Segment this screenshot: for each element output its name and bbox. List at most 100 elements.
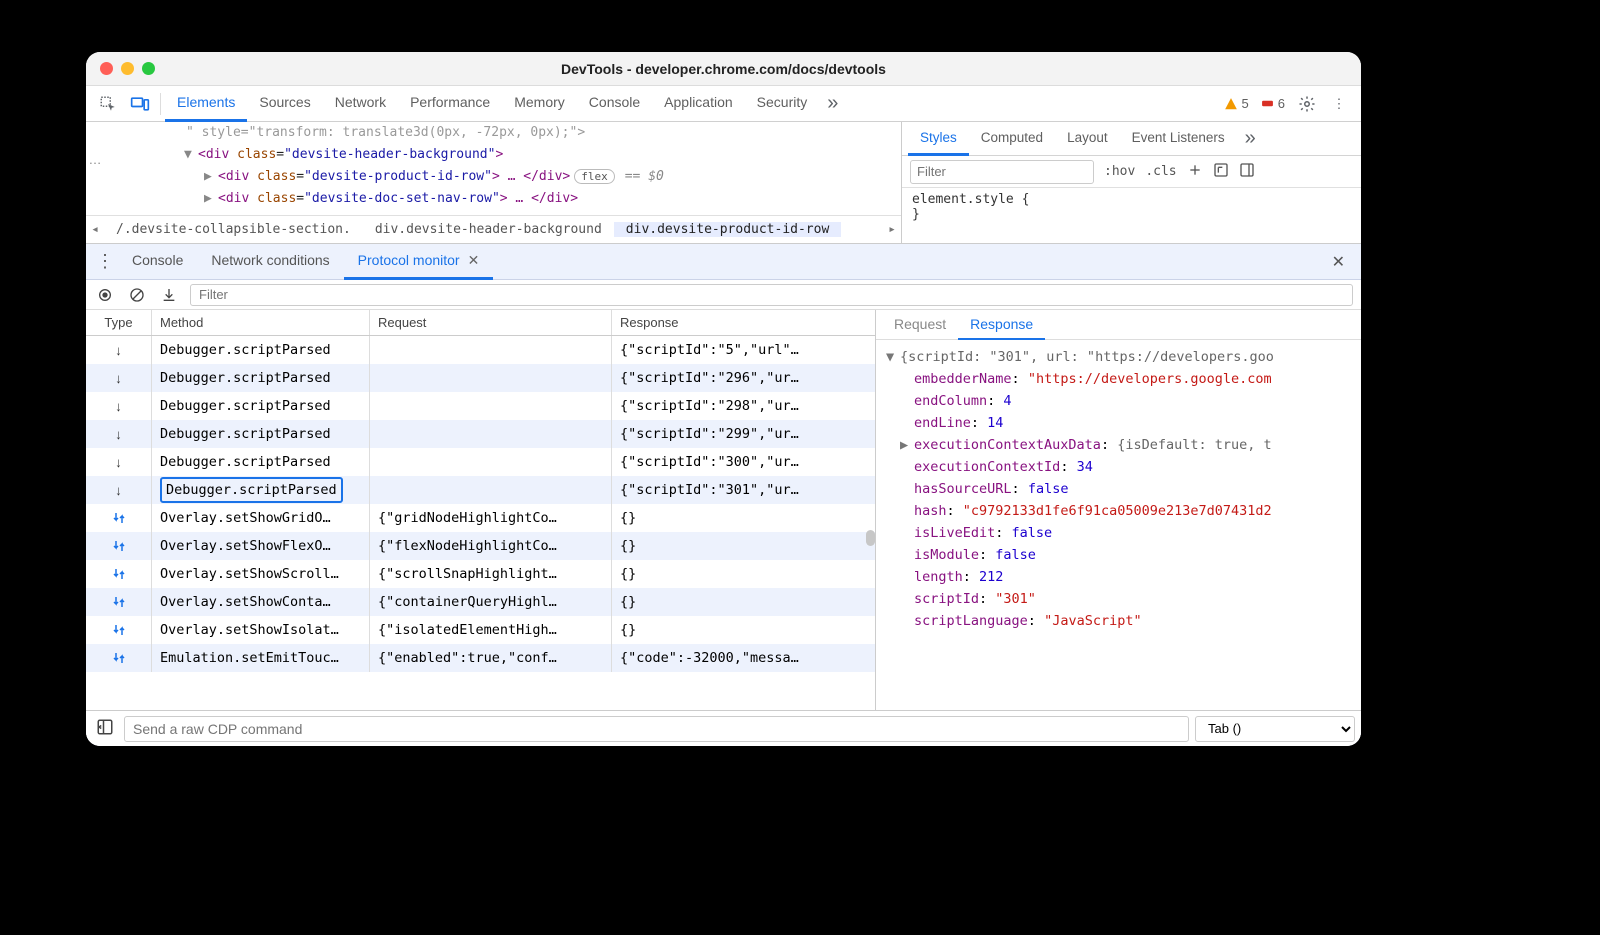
dom-overflow-indicator[interactable]: … (86, 152, 104, 167)
dom-node[interactable]: ▼<div class="devsite-header-background"> (86, 144, 901, 166)
breadcrumb: ◂ /.devsite-collapsible-section. div.dev… (86, 215, 901, 243)
table-row[interactable]: ↓Debugger.scriptParsed{"scriptId":"299",… (86, 420, 875, 448)
detail-tab-request[interactable]: Request (882, 310, 958, 340)
tab-event-listeners[interactable]: Event Listeners (1120, 122, 1237, 156)
drawer-tab-bar: ⋮ Console Network conditions Protocol mo… (86, 244, 1361, 280)
tabs-overflow-button[interactable]: » (819, 92, 846, 115)
computed-styles-icon[interactable] (1213, 162, 1229, 182)
inspect-element-icon[interactable] (92, 88, 124, 120)
response-cell: {"scriptId":"301","ur… (612, 476, 875, 504)
protocol-body: Type Method Request Response ↓Debugger.s… (86, 310, 1361, 710)
minimize-window-button[interactable] (121, 62, 134, 75)
col-header-response[interactable]: Response (612, 310, 875, 335)
response-json-view[interactable]: ▼{scriptId: "301", url: "https://develop… (876, 340, 1361, 710)
direction-icon (86, 532, 152, 560)
breadcrumb-item[interactable]: div.devsite-product-id-row (614, 222, 842, 237)
table-row[interactable]: Overlay.setShowFlexO…{"flexNodeHighlight… (86, 532, 875, 560)
drawer-menu-icon[interactable]: ⋮ (92, 251, 118, 272)
new-style-rule-icon[interactable] (1187, 162, 1203, 182)
tab-security[interactable]: Security (745, 86, 820, 122)
protocol-filter-input[interactable] (190, 284, 1353, 306)
col-header-method[interactable]: Method (152, 310, 370, 335)
detail-tab-response[interactable]: Response (958, 310, 1045, 340)
hov-toggle[interactable]: :hov (1104, 164, 1135, 179)
tab-performance[interactable]: Performance (398, 86, 502, 122)
zoom-window-button[interactable] (142, 62, 155, 75)
errors-indicator[interactable]: 6 (1255, 96, 1291, 111)
table-row[interactable]: ↓Debugger.scriptParsed{"scriptId":"301",… (86, 476, 875, 504)
request-cell: {"scrollSnapHighlight… (370, 560, 612, 588)
table-row[interactable]: Emulation.setEmitTouc…{"enabled":true,"c… (86, 644, 875, 672)
table-row[interactable]: ↓Debugger.scriptParsed{"scriptId":"5","u… (86, 336, 875, 364)
scrollbar-thumb[interactable] (866, 530, 875, 546)
drawer-tab-console[interactable]: Console (118, 244, 197, 280)
table-row[interactable]: ↓Debugger.scriptParsed{"scriptId":"298",… (86, 392, 875, 420)
styles-tabs-overflow[interactable]: » (1237, 127, 1264, 150)
kebab-menu-icon[interactable]: ⋮ (1323, 88, 1355, 120)
method-cell: Debugger.scriptParsed (152, 420, 370, 448)
tab-memory[interactable]: Memory (502, 86, 577, 122)
tab-elements[interactable]: Elements (165, 86, 247, 122)
direction-icon (86, 560, 152, 588)
dom-tree[interactable]: " style="transform: translate3d(0px, -72… (86, 122, 901, 215)
elements-panel: " style="transform: translate3d(0px, -72… (86, 122, 1361, 244)
drawer-tab-protocol-monitor[interactable]: Protocol monitor ✕ (344, 244, 494, 280)
response-cell: {"scriptId":"299","ur… (612, 420, 875, 448)
drawer-tab-network-conditions[interactable]: Network conditions (197, 244, 343, 280)
close-window-button[interactable] (100, 62, 113, 75)
target-select[interactable]: Tab () (1195, 716, 1355, 742)
tab-console[interactable]: Console (577, 86, 652, 122)
styles-body[interactable]: element.style { } (902, 188, 1361, 243)
tab-sources[interactable]: Sources (247, 86, 322, 122)
direction-icon (86, 644, 152, 672)
protocol-table-header: Type Method Request Response (86, 310, 875, 336)
request-cell: {"flexNodeHighlightCo… (370, 532, 612, 560)
tab-styles[interactable]: Styles (908, 122, 969, 156)
request-cell: {"containerQueryHighl… (370, 588, 612, 616)
tab-network[interactable]: Network (323, 86, 398, 122)
method-cell: Overlay.setShowIsolat… (152, 616, 370, 644)
tab-layout[interactable]: Layout (1055, 122, 1120, 156)
styles-filter-input[interactable] (910, 160, 1094, 184)
table-row[interactable]: ↓Debugger.scriptParsed{"scriptId":"296",… (86, 364, 875, 392)
col-header-request[interactable]: Request (370, 310, 612, 335)
save-icon[interactable] (158, 287, 180, 303)
request-cell (370, 336, 612, 364)
table-row[interactable]: Overlay.setShowConta…{"containerQueryHig… (86, 588, 875, 616)
direction-icon: ↓ (86, 364, 152, 392)
dom-node[interactable]: ▶<div class="devsite-doc-set-nav-row"> …… (86, 188, 901, 210)
dom-node[interactable]: ▶<div class="devsite-product-id-row"> … … (86, 166, 901, 188)
breadcrumb-item[interactable]: /.devsite-collapsible-section. (104, 222, 363, 237)
dom-tree-pane: " style="transform: translate3d(0px, -72… (86, 122, 901, 243)
device-toolbar-icon[interactable] (124, 88, 156, 120)
cls-toggle[interactable]: .cls (1145, 164, 1176, 179)
protocol-detail-pane: Request Response ▼{scriptId: "301", url:… (876, 310, 1361, 710)
settings-icon[interactable] (1291, 88, 1323, 120)
table-row[interactable]: Overlay.setShowIsolat…{"isolatedElementH… (86, 616, 875, 644)
protocol-rows[interactable]: ↓Debugger.scriptParsed{"scriptId":"5","u… (86, 336, 875, 710)
styles-toolbar: :hov .cls (902, 156, 1361, 188)
clear-icon[interactable] (126, 287, 148, 303)
close-tab-icon[interactable]: ✕ (468, 252, 480, 269)
table-row[interactable]: Overlay.setShowGridO…{"gridNodeHighlight… (86, 504, 875, 532)
request-cell (370, 476, 612, 504)
record-icon[interactable] (94, 287, 116, 303)
warnings-indicator[interactable]: 5 (1218, 96, 1255, 111)
breadcrumb-next-icon[interactable]: ▸ (883, 222, 901, 237)
close-drawer-icon[interactable]: ✕ (1322, 252, 1355, 272)
table-row[interactable]: ↓Debugger.scriptParsed{"scriptId":"300",… (86, 448, 875, 476)
breadcrumb-prev-icon[interactable]: ◂ (86, 222, 104, 237)
dom-node[interactable]: " style="transform: translate3d(0px, -72… (86, 122, 901, 144)
toggle-editor-icon[interactable] (92, 718, 118, 739)
cdp-command-input[interactable] (124, 716, 1189, 742)
tab-application[interactable]: Application (652, 86, 745, 122)
response-cell: {} (612, 560, 875, 588)
col-header-type[interactable]: Type (86, 310, 152, 335)
table-row[interactable]: Overlay.setShowScroll…{"scrollSnapHighli… (86, 560, 875, 588)
response-cell: {"code":-32000,"messa… (612, 644, 875, 672)
method-cell: Debugger.scriptParsed (152, 336, 370, 364)
breadcrumb-item[interactable]: div.devsite-header-background (363, 222, 614, 237)
toggle-sidebar-icon[interactable] (1239, 162, 1255, 182)
response-cell: {} (612, 588, 875, 616)
tab-computed[interactable]: Computed (969, 122, 1055, 156)
